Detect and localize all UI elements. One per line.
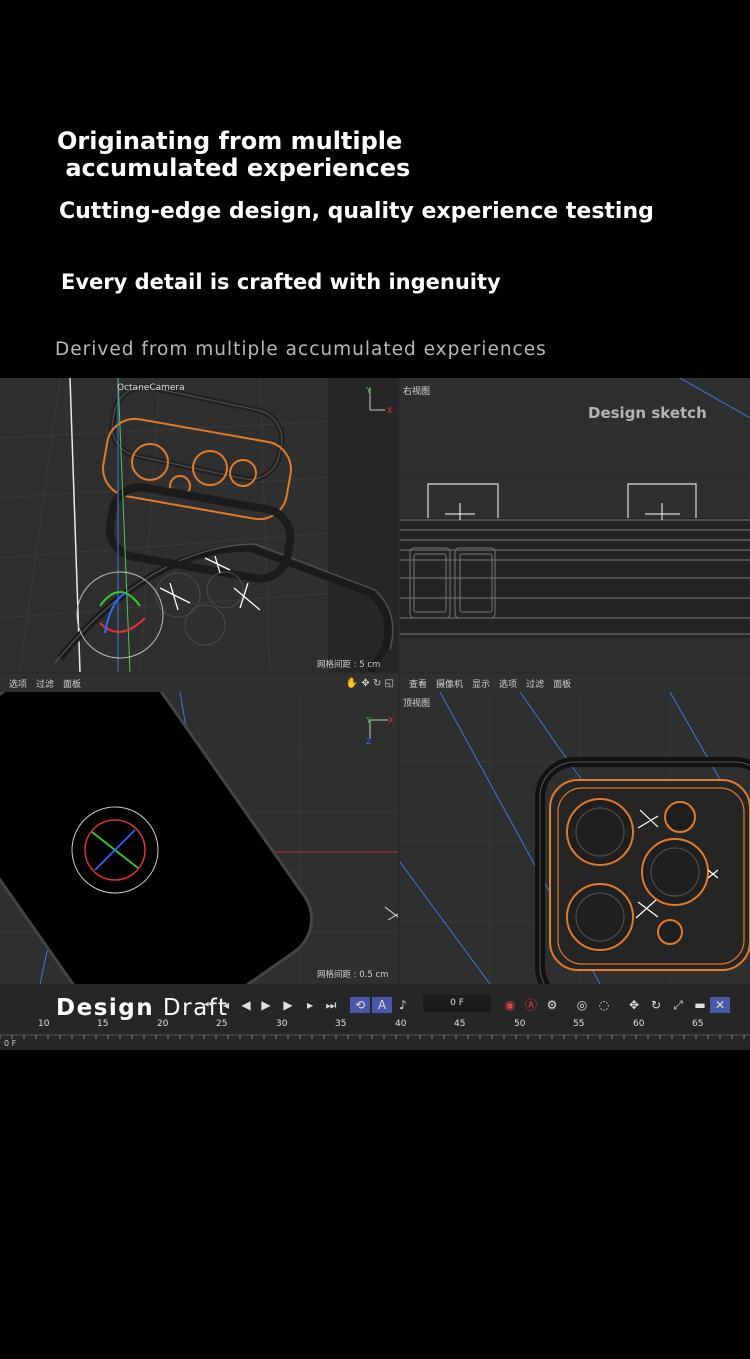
menu-panel[interactable]: 面板 [63,677,81,690]
play-icon[interactable]: ▶ [258,997,274,1013]
loop-icon[interactable]: ⟲ [350,997,370,1013]
frame-ruler[interactable]: 10 15 20 25 30 35 40 45 50 55 60 65 [0,1017,750,1050]
menu-options-2[interactable]: 选项 [499,677,517,690]
ruler-50: 50 [514,1019,526,1029]
top-view-menubar: 查看 摄像机 显示 选项 过滤 面板 [400,674,750,692]
hero-caption: Derived from multiple accumulated experi… [55,339,547,360]
prev-key-icon[interactable]: ◂ [218,997,234,1013]
top-view-scene [400,692,750,984]
autokey-icon[interactable]: A [372,997,392,1013]
camera-label[interactable]: OctaneCamera [117,383,185,393]
ruler-25: 25 [216,1019,228,1029]
frame-input[interactable]: 0 F [423,995,491,1012]
design-sketch-label: Design sketch [588,404,707,422]
ruler-10: 10 [38,1019,50,1029]
timeline-panel: Design Draft ⏮ ◂ ◀ ▶ ▶ ▸ ⏭ ⟲ A ♪ 0 F ◉ Ⓐ… [0,984,750,1050]
ruler-30: 30 [276,1019,288,1029]
hero-tagline: Every detail is crafted with ingenuity [61,270,501,294]
right-view-scene [400,378,750,672]
grid-spacing-label-front: 网格间距 : 0.5 cm [317,970,389,980]
hero-section: Originating from multiple accumulated ex… [0,0,750,378]
ruler-40: 40 [395,1019,407,1029]
prev-frame-icon[interactable]: ◀ [238,997,254,1013]
ruler-15: 15 [97,1019,109,1029]
go-to-start-icon[interactable]: ⏮ [200,997,216,1013]
toggle-icon[interactable]: ▬ [692,997,708,1013]
menu-view[interactable]: 查看 [409,677,427,690]
ruler-65: 65 [692,1019,704,1029]
move-key-icon[interactable]: ✥ [626,997,642,1013]
ruler-20: 20 [157,1019,169,1029]
record-icon[interactable]: ◉ [502,997,518,1013]
right-viewport[interactable]: 右视图 Design sketch [400,378,750,672]
menu-display[interactable]: 显示 [472,677,490,690]
ruler-60: 60 [633,1019,645,1029]
rotate-key-icon[interactable]: ↻ [648,997,664,1013]
snap-icon[interactable]: ✕ [710,997,730,1013]
svg-text:Z: Z [366,737,372,746]
front-view-scene: Y X Z [0,692,398,984]
next-key-icon[interactable]: ▸ [302,997,318,1013]
svg-text:X: X [388,716,394,725]
right-view-title: 右视图 [403,387,431,397]
svg-text:X: X [387,406,393,415]
hero-subheading: Cutting-edge design, quality experience … [59,199,654,224]
front-view-menubar: 选项 过滤 面板 ✋ ✥ ↻ ◱ [0,674,398,692]
hero-heading: Originating from multiple accumulated ex… [57,128,410,182]
next-frame-icon[interactable]: ▶ [280,997,296,1013]
key-lock-icon[interactable]: ◎ [574,997,590,1013]
perspective-scene: Y X [0,378,398,672]
menu-options[interactable]: 选项 [9,677,27,690]
cinema4d-workspace: Y X OctaneCamera 网格间距 : 5 cm 右视图 Design … [0,378,750,1050]
grid-spacing-label: 网格间距 : 5 cm [317,660,381,670]
keyframe-settings-icon[interactable]: ⚙ [544,997,560,1013]
top-view-title: 顶视图 [403,699,431,709]
ruler-35: 35 [335,1019,347,1029]
ruler-45: 45 [454,1019,466,1029]
svg-text:Y: Y [365,386,371,395]
menu-camera[interactable]: 摄像机 [436,677,463,690]
sound-icon[interactable]: ♪ [395,997,411,1013]
scale-key-icon[interactable]: ⤢ [670,997,686,1013]
current-frame-readout: 0 F [4,1039,17,1048]
top-viewport[interactable]: 顶视图 [400,692,750,984]
menu-filter[interactable]: 过滤 [36,677,54,690]
ruler-55: 55 [573,1019,585,1029]
hero-heading-line1: Originating from multiple [57,127,403,155]
auto-key-record-icon[interactable]: Ⓐ [523,997,539,1013]
svg-text:Y: Y [365,716,371,725]
key-mode-icon[interactable]: ◌ [596,997,612,1013]
menu-panel-2[interactable]: 面板 [553,677,571,690]
hero-heading-line2: accumulated experiences [57,154,411,182]
perspective-viewport[interactable]: Y X OctaneCamera 网格间距 : 5 cm [0,378,398,672]
view-nav-icons[interactable]: ✋ ✥ ↻ ◱ [346,678,394,689]
go-to-end-icon[interactable]: ⏭ [323,997,339,1013]
front-viewport[interactable]: Y X Z 网格间距 : 0.5 cm [0,692,398,984]
menu-filter-2[interactable]: 过滤 [526,677,544,690]
